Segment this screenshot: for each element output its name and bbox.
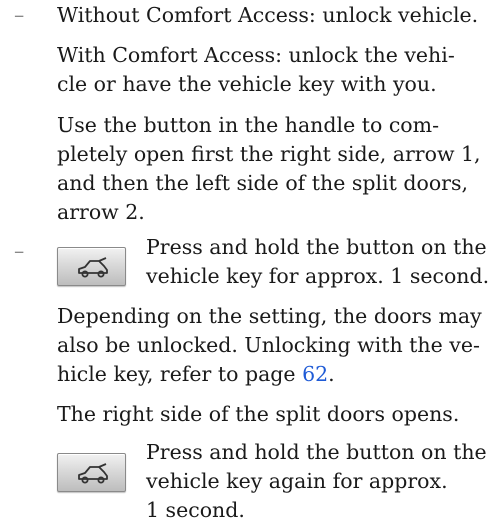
paragraph-line: Press and hold the button on the xyxy=(146,235,487,259)
paragraph-line: With Comfort Access: unlock the vehi- xyxy=(57,43,455,67)
handle-button-paragraph: Use the button in the handle to com- ple… xyxy=(57,111,487,227)
paragraph-line: Use the button in the handle to com- xyxy=(57,113,440,137)
paragraph-text: hicle key, refer to page xyxy=(57,362,303,386)
list-bullet: – xyxy=(14,3,25,27)
step1-line: Without Comfort Access: unlock vehicle. xyxy=(57,3,479,27)
car-tailgate-icon xyxy=(78,463,108,484)
key-instruction-text: Press and hold the button on the vehicle… xyxy=(146,233,489,291)
paragraph-line: pletely open first the right side, arrow… xyxy=(57,142,481,166)
paragraph-line: cle or have the vehicle key with you. xyxy=(57,72,437,96)
paragraph-line: also be unlocked. Unlocking with the ve- xyxy=(57,333,480,357)
doors-open-paragraph: The right side of the split doors opens. xyxy=(57,402,460,426)
paragraph-line: 1 second. xyxy=(146,498,245,522)
paragraph-line: arrow 2. xyxy=(57,200,145,224)
paragraph-line: and then the left side of the split door… xyxy=(57,171,469,195)
comfort-access-paragraph: With Comfort Access: unlock the vehi- cl… xyxy=(57,41,487,99)
paragraph-line: vehicle key again for approx. xyxy=(146,469,448,493)
car-tailgate-icon xyxy=(78,257,108,278)
page-reference-link[interactable]: 62 xyxy=(302,362,328,386)
manual-page: – Without Comfort Access: unlock vehicle… xyxy=(0,0,491,522)
vehicle-key-tailgate-button xyxy=(57,453,126,492)
list-bullet: – xyxy=(14,239,25,263)
paragraph-line: vehicle key for approx. 1 second. xyxy=(146,264,490,288)
unlock-note-paragraph: Depending on the setting, the doors may … xyxy=(57,302,487,389)
vehicle-key-tailgate-button xyxy=(57,247,126,286)
paragraph-line: hicle key, refer to page 62. xyxy=(57,360,487,389)
paragraph-text: . xyxy=(328,362,335,386)
key-instruction-text-again: Press and hold the button on the vehicle… xyxy=(146,438,487,525)
paragraph-line: Depending on the setting, the doors may xyxy=(57,304,482,328)
paragraph-line: Press and hold the button on the xyxy=(146,440,487,464)
